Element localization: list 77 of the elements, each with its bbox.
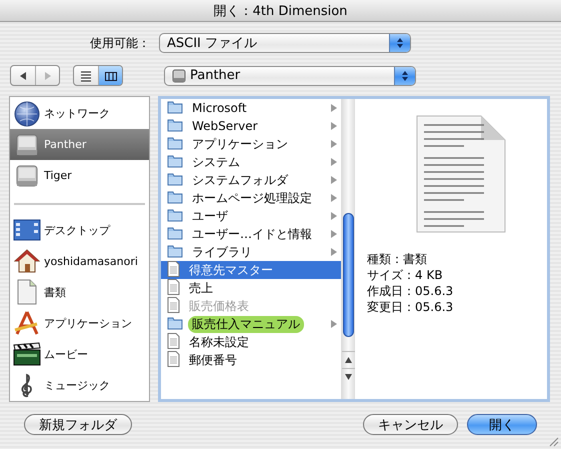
applications-icon bbox=[13, 310, 41, 336]
desktop-icon bbox=[13, 218, 41, 242]
left-triangle-icon bbox=[18, 70, 28, 82]
disclosure-arrow-icon bbox=[331, 176, 337, 184]
file-row[interactable]: 得意先マスター bbox=[161, 261, 341, 279]
hard-drive-icon bbox=[14, 132, 40, 158]
sidebar-item[interactable]: アプリケーション bbox=[10, 308, 149, 339]
file-row[interactable]: ユーザ bbox=[161, 207, 341, 225]
file-row[interactable]: アプリケーション bbox=[161, 135, 341, 153]
file-row[interactable]: ユーザー…イドと情報 bbox=[161, 225, 341, 243]
clapperboard-icon bbox=[13, 342, 41, 366]
scrollbar-thumb[interactable] bbox=[343, 213, 354, 337]
document-icon bbox=[167, 278, 180, 294]
document-icon bbox=[167, 332, 180, 348]
house-icon bbox=[14, 248, 40, 274]
sidebar-item[interactable]: デスクトップ bbox=[10, 214, 149, 246]
format-label: 使用可能： bbox=[89, 34, 150, 52]
folder-icon bbox=[167, 136, 183, 150]
document-icon bbox=[167, 296, 180, 312]
stepper-arrows-icon bbox=[396, 37, 404, 49]
sidebar-item[interactable]: Panther bbox=[10, 129, 149, 160]
disclosure-arrow-icon bbox=[331, 194, 337, 202]
sidebar-item[interactable]: ネットワーク bbox=[10, 98, 149, 129]
sidebar-item[interactable]: 書類 bbox=[10, 276, 149, 308]
right-triangle-icon bbox=[42, 70, 52, 82]
dialog-button[interactable]: キャンセル bbox=[363, 414, 458, 435]
disclosure-arrow-icon bbox=[331, 122, 337, 130]
sidebar-item[interactable]: Tiger bbox=[10, 160, 149, 191]
file-format-popup[interactable]: ASCII ファイル bbox=[159, 33, 411, 53]
disclosure-arrow-icon bbox=[331, 104, 337, 112]
file-row[interactable]: 売上 bbox=[161, 279, 341, 297]
disclosure-arrow-icon bbox=[331, 140, 337, 148]
scroll-down-icon[interactable] bbox=[345, 374, 352, 380]
document-icon bbox=[16, 279, 38, 306]
hard-drive-icon bbox=[172, 68, 186, 82]
file-info-text: サイズ：4 KB bbox=[367, 267, 444, 283]
folder-icon bbox=[167, 316, 183, 330]
file-row[interactable]: システム bbox=[161, 153, 341, 171]
globe-icon bbox=[14, 100, 40, 126]
document-icon bbox=[167, 260, 180, 276]
sidebar-item[interactable]: yoshidamasanori bbox=[10, 246, 149, 277]
folder-icon bbox=[167, 226, 183, 240]
disclosure-arrow-icon bbox=[331, 158, 337, 166]
file-info-text: 種類：書類 bbox=[367, 251, 428, 267]
list-icon bbox=[79, 68, 93, 82]
disclosure-arrow-icon bbox=[331, 320, 337, 328]
file-row[interactable]: ホームページ処理設定 bbox=[161, 189, 341, 207]
stepper-arrows-icon bbox=[401, 70, 409, 82]
resize-grip-icon[interactable] bbox=[548, 436, 559, 447]
file-row[interactable]: WebServer bbox=[161, 117, 341, 135]
folder-icon bbox=[167, 154, 183, 168]
sidebar-item[interactable]: ムービー bbox=[10, 338, 149, 370]
disclosure-arrow-icon bbox=[331, 212, 337, 220]
open-button[interactable]: 開く bbox=[467, 414, 537, 435]
folder-icon bbox=[167, 172, 183, 186]
file-info-text: 作成日：05.6.3 bbox=[367, 283, 454, 299]
dialog-button[interactable]: 新規フォルダ bbox=[24, 414, 132, 435]
folder-icon bbox=[167, 100, 183, 114]
folder-icon bbox=[167, 208, 183, 222]
sidebar-item[interactable]: ミュージック bbox=[10, 370, 149, 401]
file-info-text: 変更日：05.6.3 bbox=[367, 299, 454, 315]
disclosure-arrow-icon bbox=[331, 248, 337, 256]
document-icon bbox=[167, 350, 180, 366]
file-row[interactable]: システムフォルダ bbox=[161, 171, 341, 189]
hard-drive-icon bbox=[14, 162, 40, 188]
file-row[interactable]: Microsoft bbox=[161, 99, 341, 117]
file-row[interactable]: 名称未設定 bbox=[161, 333, 341, 351]
folder-icon bbox=[167, 190, 183, 204]
location-popup[interactable]: Panther bbox=[164, 66, 416, 86]
window-title: 開く：4th Dimension bbox=[0, 0, 561, 22]
folder-icon bbox=[167, 244, 183, 258]
disclosure-arrow-icon bbox=[331, 230, 337, 238]
folder-icon bbox=[167, 118, 183, 132]
columns-view-button[interactable] bbox=[98, 66, 122, 85]
scroll-up-icon[interactable] bbox=[345, 357, 352, 363]
file-row[interactable]: 郵便番号 bbox=[161, 351, 341, 369]
file-row[interactable]: ライブラリ bbox=[161, 243, 341, 261]
